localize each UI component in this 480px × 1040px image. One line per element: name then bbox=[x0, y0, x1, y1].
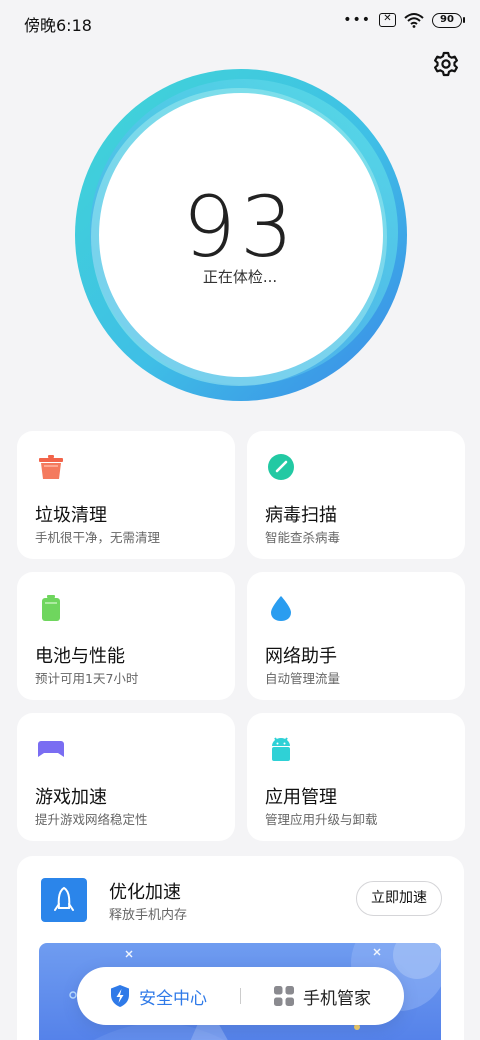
card-subtitle: 手机很干净，无需清理 bbox=[35, 530, 161, 545]
status-bar: 傍晚6:18 ••• ✕ 90 bbox=[0, 0, 480, 44]
shield-icon bbox=[111, 985, 129, 1007]
no-sim-icon: ✕ bbox=[379, 13, 396, 27]
card-subtitle: 管理应用升级与卸载 bbox=[265, 812, 378, 827]
score-value: 93 bbox=[182, 178, 298, 276]
card-title: 游戏加速 bbox=[35, 787, 107, 808]
card-title: 电池与性能 bbox=[35, 646, 125, 667]
nav-phone-manager[interactable]: 手机管家 bbox=[273, 967, 371, 1025]
battery-icon bbox=[42, 595, 60, 621]
card-game-boost[interactable]: 游戏加速 提升游戏网络稳定性 bbox=[17, 713, 235, 841]
status-time: 傍晚6:18 bbox=[24, 16, 92, 35]
card-subtitle: 自动管理流量 bbox=[265, 671, 341, 686]
card-subtitle: 提升游戏网络稳定性 bbox=[35, 812, 148, 827]
status-icons: ••• ✕ 90 bbox=[343, 12, 465, 28]
trash-icon bbox=[39, 455, 63, 479]
droplet-icon bbox=[271, 596, 291, 621]
bottom-nav: 安全中心 手机管家 bbox=[77, 967, 404, 1025]
card-title: 网络助手 bbox=[265, 646, 337, 667]
battery-icon: 90 bbox=[432, 12, 465, 28]
nav-manager-label: 手机管家 bbox=[303, 988, 371, 1009]
optimize-subtitle: 释放手机内存 bbox=[109, 908, 188, 923]
more-dots-icon: ••• bbox=[343, 12, 371, 28]
card-subtitle: 预计可用1天7小时 bbox=[35, 671, 139, 686]
boost-now-button[interactable]: 立即加速 bbox=[356, 881, 442, 916]
score-status: 正在体检... bbox=[202, 268, 278, 286]
android-icon bbox=[272, 737, 290, 761]
rocket-icon bbox=[41, 878, 87, 922]
optimize-title: 优化加速 bbox=[109, 882, 181, 903]
card-title: 病毒扫描 bbox=[265, 505, 337, 526]
card-app-management[interactable]: 应用管理 管理应用升级与卸载 bbox=[247, 713, 465, 841]
nav-security-label: 安全中心 bbox=[139, 988, 207, 1009]
card-subtitle: 智能查杀病毒 bbox=[265, 530, 341, 545]
card-title: 垃圾清理 bbox=[35, 505, 107, 526]
gear-icon[interactable] bbox=[432, 50, 460, 78]
gamepad-icon bbox=[38, 741, 64, 757]
card-title: 应用管理 bbox=[265, 787, 337, 808]
nav-divider bbox=[240, 988, 241, 1004]
card-junk-cleanup[interactable]: 垃圾清理 手机很干净，无需清理 bbox=[17, 431, 235, 559]
card-network-assistant[interactable]: 网络助手 自动管理流量 bbox=[247, 572, 465, 700]
security-center-screen: 傍晚6:18 ••• ✕ 90 93 正在体检... 垃圾清理 手机很干净，无需… bbox=[0, 0, 480, 1040]
nav-security-center[interactable]: 安全中心 bbox=[109, 967, 207, 1025]
grid-apps-icon bbox=[274, 986, 294, 1006]
card-battery-performance[interactable]: 电池与性能 预计可用1天7小时 bbox=[17, 572, 235, 700]
wifi-icon bbox=[404, 13, 424, 28]
card-virus-scan[interactable]: 病毒扫描 智能查杀病毒 bbox=[247, 431, 465, 559]
virus-scan-icon bbox=[268, 454, 294, 480]
